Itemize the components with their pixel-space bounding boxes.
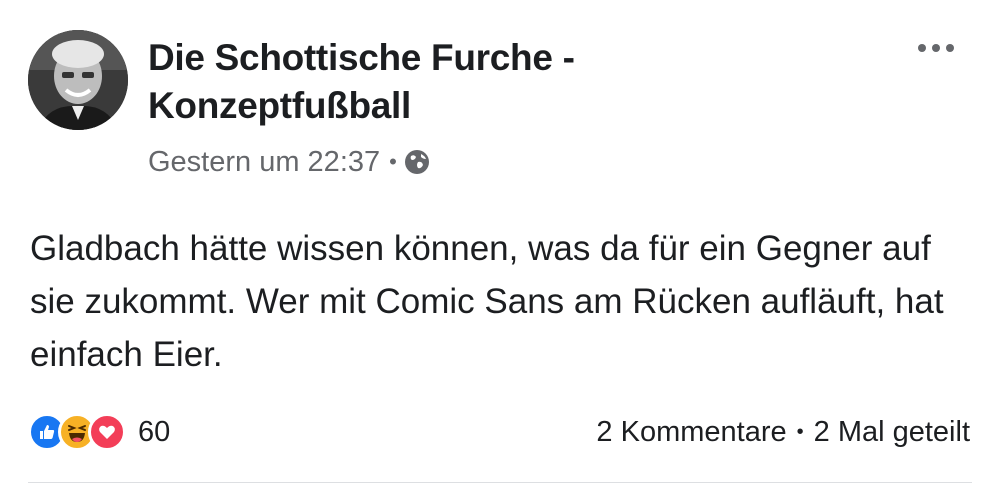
love-icon [88,413,126,451]
post-meta: Gestern um 22:37 • [148,142,431,182]
divider [28,482,972,483]
avatar-photo [28,30,128,130]
post-text: Gladbach hätte wissen können, was da für… [30,229,944,374]
globe-icon[interactable] [403,148,431,176]
engagement-separator: • [796,420,804,443]
author-name[interactable]: Die Schottische Furche - Konzeptfußball [148,34,708,130]
reaction-count: 60 [138,415,171,448]
author-avatar[interactable] [28,30,128,130]
shares-count-link[interactable]: 2 Mal geteilt [814,416,970,449]
more-horizontal-icon [918,44,954,52]
engagement-summary: 2 Kommentare • 2 Mal geteilt [596,410,970,454]
facebook-post: Die Schottische Furche - Konzeptfußball … [0,0,1000,486]
more-options-button[interactable] [914,30,958,66]
post-timestamp[interactable]: Gestern um 22:37 [148,146,380,179]
meta-separator: • [389,149,397,174]
reactions-summary[interactable]: 60 [28,410,170,454]
comments-count-link[interactable]: 2 Kommentare [596,416,786,449]
